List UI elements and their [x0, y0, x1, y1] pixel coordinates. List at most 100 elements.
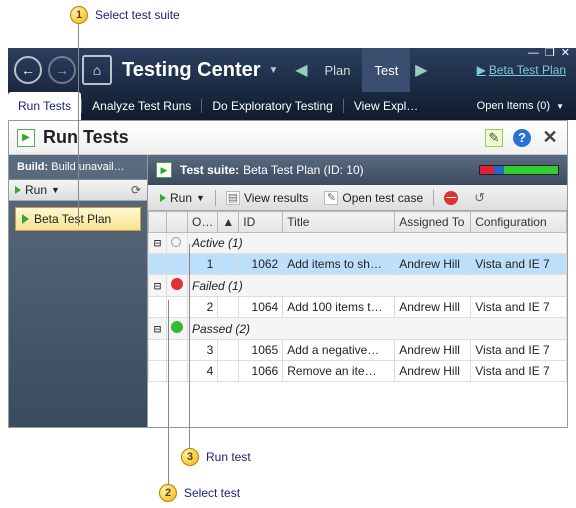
- test-grid: O… ▲ ID Title Assigned To Configuration …: [148, 211, 567, 382]
- group-label: Failed (1): [188, 275, 567, 297]
- progress-other: [494, 166, 504, 174]
- workspace-header: ▶ Run Tests ✎ ? ✕: [9, 121, 567, 155]
- build-value: Build unavail…: [51, 161, 124, 173]
- plan-link-label: Beta Test Plan: [489, 63, 566, 77]
- group-label: Passed (2): [188, 318, 567, 340]
- group-passed[interactable]: ⊟ Passed (2): [149, 318, 567, 340]
- separator: [215, 190, 216, 206]
- cell-config: Vista and IE 7: [471, 254, 567, 275]
- tab-next-arrow[interactable]: ▶: [410, 48, 432, 92]
- collapse-icon[interactable]: ⊟: [149, 233, 167, 254]
- plan-link[interactable]: ▶ Beta Test Plan: [477, 63, 566, 77]
- open-case-icon: ✎: [324, 191, 338, 205]
- group-failed[interactable]: ⊟ Failed (1): [149, 275, 567, 297]
- cell-id: 1062: [239, 254, 283, 275]
- status-active-icon: [171, 237, 181, 247]
- view-results-button[interactable]: ▤ View results: [220, 189, 314, 207]
- cell-order: 4: [188, 361, 218, 382]
- workspace-title: Run Tests: [43, 127, 129, 148]
- play-icon: [15, 186, 21, 194]
- cell-id: 1065: [239, 340, 283, 361]
- col-assigned[interactable]: Assigned To: [395, 212, 471, 233]
- subtab-run-tests[interactable]: Run Tests: [8, 92, 81, 120]
- new-item-button[interactable]: ✎: [485, 129, 503, 147]
- subtab-exploratory[interactable]: Do Exploratory Testing: [202, 92, 343, 120]
- help-button[interactable]: ?: [513, 129, 531, 147]
- subtab-view[interactable]: View Expl…: [344, 92, 428, 120]
- cell-assigned: Andrew Hill: [395, 254, 471, 275]
- refresh-button[interactable]: ⟳: [131, 183, 141, 197]
- block-icon: —: [444, 191, 458, 205]
- table-row[interactable]: 4 1066 Remove an ite… Andrew Hill Vista …: [149, 361, 567, 382]
- results-icon: ▤: [226, 191, 240, 205]
- restore-button[interactable]: ❐: [545, 46, 555, 59]
- open-test-case-button[interactable]: ✎ Open test case: [318, 189, 429, 207]
- col-order[interactable]: O…: [188, 212, 218, 233]
- subtab-analyze[interactable]: Analyze Test Runs: [82, 92, 201, 120]
- titlebar: ← → ⌂ Testing Center ▼ ◀ Plan Test ▶ ▶ B…: [8, 48, 576, 92]
- cell-title: Remove an ite…: [283, 361, 395, 382]
- suite-run-button[interactable]: Run: [25, 183, 47, 197]
- collapse-icon[interactable]: ⊟: [149, 275, 167, 297]
- tab-prev-arrow[interactable]: ◀: [290, 48, 312, 92]
- run-tests-icon: ▶: [17, 129, 35, 147]
- suite-item-label: Beta Test Plan: [34, 212, 111, 226]
- run-button[interactable]: Run ▼: [154, 189, 211, 207]
- suite-header-label: Test suite:: [180, 163, 239, 177]
- group-active[interactable]: ⊟ Active (1): [149, 233, 567, 254]
- status-pass-icon: [171, 321, 183, 333]
- table-row[interactable]: 2 1064 Add 100 items t… Andrew Hill Vist…: [149, 297, 567, 318]
- reset-icon: ↺: [474, 190, 485, 206]
- back-button[interactable]: ←: [14, 56, 42, 84]
- cell-title: Add 100 items t…: [283, 297, 395, 318]
- callout-line-3: [189, 244, 190, 450]
- run-button-label: Run: [170, 191, 192, 205]
- open-items-label: Open Items (0): [477, 100, 550, 112]
- close-window-button[interactable]: ✕: [561, 46, 570, 59]
- sub-nav: Run Tests Analyze Test Runs Do Explorato…: [8, 92, 576, 120]
- close-panel-button[interactable]: ✕: [541, 129, 559, 147]
- chevron-down-icon: ▼: [196, 193, 205, 203]
- test-list-pane: ▶ Test suite: Beta Test Plan (ID: 10) Ru…: [147, 155, 567, 427]
- col-config[interactable]: Configuration: [471, 212, 567, 233]
- status-fail-icon: [171, 278, 183, 290]
- col-id[interactable]: ID: [239, 212, 283, 233]
- cell-assigned: Andrew Hill: [395, 297, 471, 318]
- cell-assigned: Andrew Hill: [395, 340, 471, 361]
- collapse-icon[interactable]: ⊟: [149, 318, 167, 340]
- suite-header: ▶ Test suite: Beta Test Plan (ID: 10): [148, 155, 567, 185]
- col-sort[interactable]: ▲: [218, 212, 239, 233]
- cell-config: Vista and IE 7: [471, 340, 567, 361]
- app-title: Testing Center: [122, 59, 261, 82]
- suite-header-icon: ▶: [156, 162, 172, 178]
- workspace: ▶ Run Tests ✎ ? ✕ Build: Build unavail… …: [8, 120, 568, 428]
- callout-3: 3 Run test: [181, 448, 254, 466]
- chevron-down-icon[interactable]: ▼: [51, 185, 60, 195]
- build-label: Build:: [17, 161, 48, 173]
- col-title[interactable]: Title: [283, 212, 395, 233]
- open-items[interactable]: Open Items (0) ▼: [477, 100, 564, 112]
- forward-button[interactable]: →: [48, 56, 76, 84]
- reset-button[interactable]: ↺: [468, 188, 491, 208]
- home-button[interactable]: ⌂: [82, 55, 112, 85]
- play-icon: [160, 194, 166, 202]
- col-expander[interactable]: [149, 212, 167, 233]
- window-controls: — ❐ ✕: [528, 46, 570, 59]
- cell-title: Add a negative…: [283, 340, 395, 361]
- cell-title: Add items to sh…: [283, 254, 395, 275]
- tab-test[interactable]: Test: [362, 48, 410, 92]
- cell-id: 1066: [239, 361, 283, 382]
- callout-badge-2: 2: [159, 484, 177, 502]
- title-dropdown[interactable]: ▼: [269, 65, 279, 76]
- table-row[interactable]: 3 1065 Add a negative… Andrew Hill Vista…: [149, 340, 567, 361]
- minimize-button[interactable]: —: [528, 47, 539, 59]
- plan-arrow-icon: ▶: [477, 63, 486, 77]
- table-row[interactable]: 1 1062 Add items to sh… Andrew Hill Vist…: [149, 254, 567, 275]
- callout-badge-3: 3: [181, 448, 199, 466]
- callout-text-3: Run test: [203, 449, 254, 465]
- block-button[interactable]: —: [438, 189, 464, 207]
- suite-header-name: Beta Test Plan (ID: 10): [243, 163, 364, 177]
- progress-passed: [504, 166, 558, 174]
- col-status[interactable]: [167, 212, 188, 233]
- tab-plan[interactable]: Plan: [312, 48, 362, 92]
